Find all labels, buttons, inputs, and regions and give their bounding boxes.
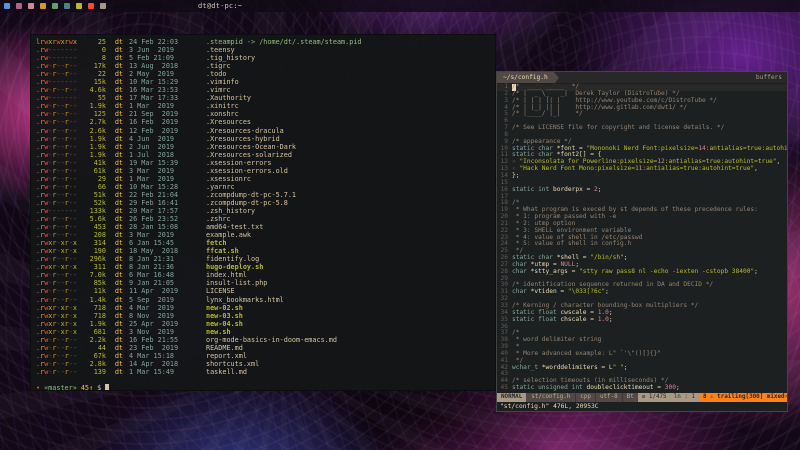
file-row: .rw-r--r--29dt1 Mar 2019.xsessionrc — [36, 175, 495, 183]
vim-command-line[interactable]: "st/config.h" 476L, 20953C — [497, 402, 787, 411]
code-line: 13» "Hack Nerd Font Mono:pixelsize=11:an… — [497, 166, 787, 173]
vim-tabline: ~/s/config.h buffers — [497, 72, 787, 83]
file-row: .rw-r--r--17kdt13 Aug 2018.tigrc — [36, 62, 495, 70]
file-row: .rw-r--r--44dt23 Feb 2019README.md — [36, 344, 495, 352]
file-row: .rw-------0dt3 Jun 2019.teensy — [36, 46, 495, 54]
git-ahead-count: 45↑ — [81, 384, 93, 391]
code-line: 36 — [497, 324, 787, 331]
file-row: .rw-r--r--66dt10 Mar 15:28.yarnrc — [36, 183, 495, 191]
code-line: 5/* |____/ |_| */ — [497, 111, 787, 118]
file-row: .rw-r--r--61kdt3 Mar 2019.xsession-error… — [36, 167, 495, 175]
tab-config-h[interactable]: ~/s/config.h — [497, 72, 554, 83]
file-row: .rw-r--r--4.6kdt16 Mar 23:53.vimrc — [36, 86, 495, 94]
code-line: 24 * 5: value of shell in config.h — [497, 241, 787, 248]
file-row: .rw-r--r--52kdt29 Feb 16:41.zcompdump-dt… — [36, 199, 495, 207]
workspace-tags — [4, 3, 106, 9]
file-row: .rw-------15kdt10 Mar 15:29.viminfo — [36, 78, 495, 86]
tag-4-icon[interactable] — [40, 3, 46, 9]
file-row: .rw-r--r--2.2kdt16 Feb 21:55org-mode-bas… — [36, 336, 495, 344]
file-row: .rwxr-xr-x314dt6 Jan 15:45fetch — [36, 239, 495, 247]
file-row: .rw-r--r--453dt28 Jan 15:08amd64-test.tx… — [36, 223, 495, 231]
code-line: 38 * word delimiter string — [497, 337, 787, 344]
file-row: .rwxr-xr-x190dt18 May 2018ffcat.sh — [36, 247, 495, 255]
vim-statusline: NORMAL st/config.h cpp utf-8 Bt ≡ 1/475 … — [497, 393, 787, 402]
status-bar: dt@dt-pc:~ — [0, 0, 800, 12]
terminal-window-files[interactable]: lrwxrwxrwx25dt24 Feb 22:03.steampid -> /… — [30, 34, 496, 391]
file-row: .rw-r--r--2.7kdt16 Feb 2019.Xresources — [36, 118, 495, 126]
terminal-window-editor[interactable]: ~/s/config.h buffers 1/* ____ _____ */2/… — [496, 71, 788, 412]
prompt-bullet-icon: • — [36, 384, 40, 391]
file-row: .rwxr-xr-x718dt4 Mar 2019new-02.sh — [36, 304, 495, 312]
tag-8-icon[interactable] — [88, 3, 94, 9]
code-line: 7/* See LICENSE file for copyright and l… — [497, 125, 787, 132]
file-row: .rw-r--r--41kdt19 Mar 15:39.xsession-err… — [36, 159, 495, 167]
tag-9-icon[interactable] — [100, 3, 106, 9]
file-row: .rw-r--r--2.8kdt14 Apr 2018shortcuts.xml — [36, 360, 495, 368]
statusline-filename: st/config.h — [526, 393, 575, 402]
file-row: .rw-r--r--67kdt4 Mar 15:18report.xml — [36, 352, 495, 360]
file-row: .rwxr-xr-x718dt8 Nov 2019new-03.sh — [36, 312, 495, 320]
code-line: 45static unsigned int doubleclicktimeout… — [497, 385, 787, 392]
code-line: 40 * More advanced example: L" `'\"()[]{… — [497, 351, 787, 358]
file-row: .rw-r--r--125dt21 Sep 2019.xonshrc — [36, 110, 495, 118]
file-row: .rwxr-xr-x681dt3 Nov 2019new.sh — [36, 328, 495, 336]
file-row: .rw-r--r--11kdt11 Apr 2019LICENSE — [36, 287, 495, 295]
file-row: .rw-------55dt17 Mar 17:33.Xauthority — [36, 94, 495, 102]
tag-1-icon[interactable] — [4, 3, 10, 9]
code-area[interactable]: 1/* ____ _____ */2/* | _ \_ _| Derek Tay… — [497, 83, 787, 393]
file-row: .rw-r--r--51kdt22 Feb 21:04.zcompdump-dt… — [36, 191, 495, 199]
tag-3-icon[interactable] — [28, 3, 34, 9]
file-row: .rw-r--r--1.9kdt1 Jul 2018.Xresources-so… — [36, 151, 495, 159]
file-row: .rw-r--r--7.0kdt6 Mar 16:48index.html — [36, 271, 495, 279]
file-row: .rw-r--r--296kdt8 Jan 21:31fidentify.log — [36, 255, 495, 263]
file-row: .rw-r--r--139dt1 Mar 15:49taskell.md — [36, 368, 495, 376]
tag-6-icon[interactable] — [64, 3, 70, 9]
code-line: 42wchar_t *worddelimiters = L" "; — [497, 365, 787, 372]
cursor-position-indicator: ≡ 1/475 ln : 1 — [638, 393, 699, 402]
code-line: 35static float chscale = 1.0; — [497, 317, 787, 324]
file-row: .rw-------133kdt20 Mar 17:57.zsh_history — [36, 207, 495, 215]
tag-7-icon[interactable] — [76, 3, 82, 9]
file-row: lrwxrwxrwx25dt24 Feb 22:03.steampid -> /… — [36, 38, 495, 46]
encoding-indicator: utf-8 — [595, 393, 622, 402]
terminal-cursor — [105, 384, 109, 391]
tag-5-icon[interactable] — [52, 3, 58, 9]
git-branch-label: «master» — [44, 384, 77, 391]
window-title: dt@dt-pc:~ — [198, 2, 242, 10]
tag-2-icon[interactable] — [16, 3, 22, 9]
file-row: .rwxr-xr-x311dt8 Jan 21:36hugo-deploy.sh — [36, 263, 495, 271]
file-row: .rw-r--r--1.4kdt5 Sep 2019lynx_bookmarks… — [36, 296, 495, 304]
code-line: 31char *vtiden = "\033[?6c"; — [497, 289, 787, 296]
file-row: .rw-------8dt5 Feb 21:09.tig_history — [36, 54, 495, 62]
file-row: .rw-r--r--1.9kdt2 Jun 2019.Xresources-Oc… — [36, 143, 495, 151]
whitespace-warning-badge: 8 ⚠ trailing[300] mixed-indent-file — [699, 393, 788, 402]
shell-prompt[interactable]: • «master» 45↑ $ — [36, 384, 495, 391]
mode-indicator: NORMAL — [497, 393, 526, 402]
file-row: .rw-r--r--2.6kdt12 Feb 2019.Xresources-d… — [36, 127, 495, 135]
tab-powerline-arrow-icon — [554, 72, 559, 84]
code-line: 16static int borderpx = 2; — [497, 187, 787, 194]
filetype-indicator: cpp — [575, 393, 595, 402]
buftype-indicator: Bt — [622, 393, 638, 402]
code-line: 17 — [497, 194, 787, 201]
buffers-label: buffers — [751, 72, 787, 83]
file-row: .rw-r--r--208dt3 Mar 2019example.awk — [36, 231, 495, 239]
file-row: .rw-r--r--1.9kdt4 Jun 2019.Xresources-hy… — [36, 135, 495, 143]
file-row: .rwxr-xr-x1.9kdt25 Apr 2019new-04.sh — [36, 320, 495, 328]
prompt-symbol: $ — [97, 384, 101, 391]
file-row: .rw-r--r--85kdt9 Jan 21:05insult-list.ph… — [36, 279, 495, 287]
file-list: lrwxrwxrwx25dt24 Feb 22:03.steampid -> /… — [36, 38, 495, 376]
file-row: .rw-r--r--1.9kdt1 Mar 2019.xinitrc — [36, 102, 495, 110]
code-line: 14}; — [497, 173, 787, 180]
file-row: .rw-r--r--22dt2 May 2019.todo — [36, 70, 495, 78]
code-line: 28char *stty_args = "stty raw pass8 nl -… — [497, 269, 787, 276]
file-row: .rw-r--r--5.6kdt26 Feb 23:52.zshrc — [36, 215, 495, 223]
